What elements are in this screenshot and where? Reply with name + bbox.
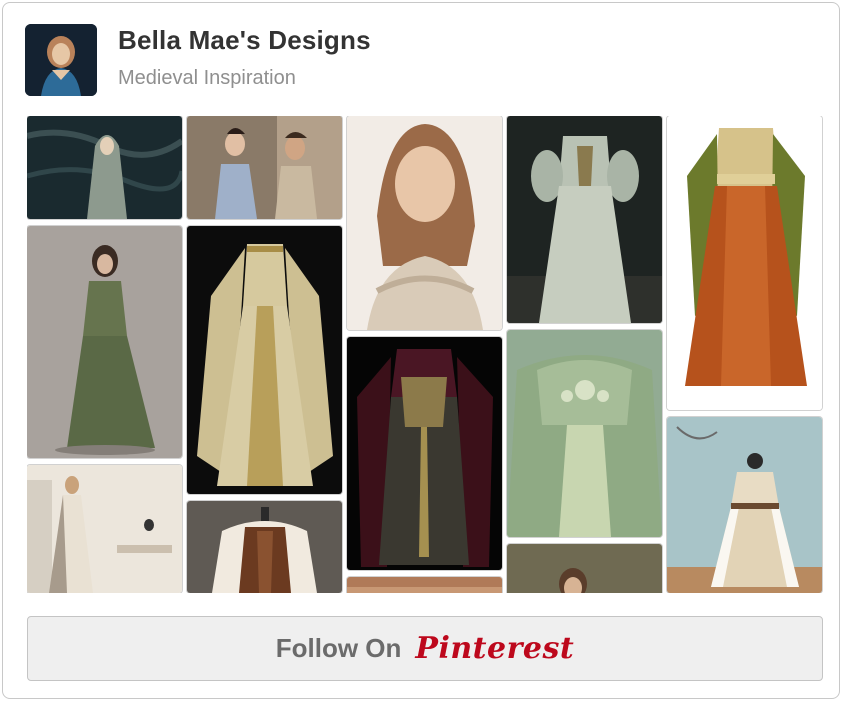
pinterest-board-widget: Bella Mae's Designs Medieval Inspiration [2, 2, 840, 699]
pin-orange-gold-gown[interactable] [667, 116, 822, 410]
pin-fur-trimmed-gown[interactable] [667, 417, 822, 593]
pin-couple-renaissance[interactable] [187, 116, 342, 219]
pin-portrait-lace-gown[interactable] [347, 116, 502, 330]
pin-peasant-bodice[interactable] [187, 501, 342, 593]
pinterest-logo: Pinterest [415, 631, 575, 666]
board-owner-name[interactable]: Bella Mae's Designs [118, 25, 371, 56]
follow-on-pinterest-button[interactable]: Follow On Pinterest [27, 616, 823, 681]
board-name[interactable]: Medieval Inspiration [118, 67, 296, 90]
pin-partial-brown[interactable] [347, 577, 502, 593]
pin-grid [27, 116, 824, 593]
pin-green-medieval-dress[interactable] [27, 226, 182, 458]
pin-silver-bodice-dress[interactable] [507, 116, 662, 323]
board-avatar[interactable] [25, 24, 97, 96]
pin-partial-girl[interactable] [507, 544, 662, 593]
pin-sage-beaded-dress[interactable] [507, 330, 662, 537]
pin-hooded-cloak-forest[interactable] [27, 116, 182, 219]
follow-label: Follow On [275, 633, 402, 663]
pin-cream-embroidered-gown[interactable] [187, 226, 342, 494]
pin-burgundy-velvet-gown[interactable] [347, 337, 502, 570]
pin-woman-white-gown-room[interactable] [27, 465, 182, 593]
